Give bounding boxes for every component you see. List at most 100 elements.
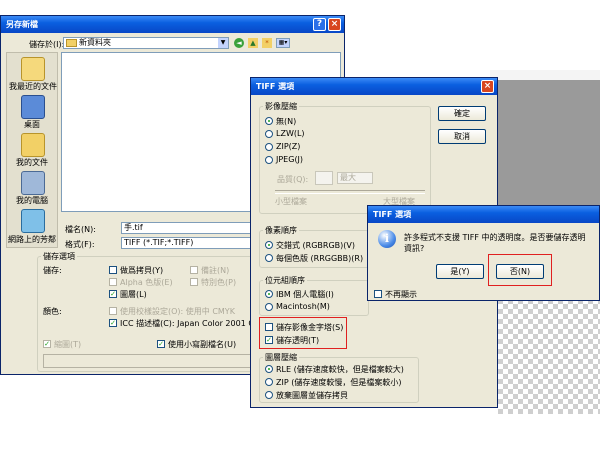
pixel-order-title: 像素順序 xyxy=(263,225,299,236)
format-value: TIFF (*.TIF;*.TIFF) xyxy=(124,238,194,247)
as-copy-checkbox[interactable] xyxy=(109,266,117,274)
desktop-icon xyxy=(21,95,45,119)
byte-order-mac-radio[interactable] xyxy=(265,303,273,311)
annotations-checkbox[interactable] xyxy=(190,266,198,274)
dont-show-label: 不再顯示 xyxy=(385,290,417,299)
folder-icon xyxy=(66,38,77,47)
layer-rle-radio[interactable] xyxy=(265,365,273,373)
view-menu-icon[interactable]: ▦▾ xyxy=(276,38,290,48)
layers-label: 圖層(L) xyxy=(120,290,147,299)
quality-input[interactable] xyxy=(315,171,333,185)
thumbnail-label: 縮圖(T) xyxy=(54,340,82,349)
byte-order-ibm-label: IBM 個人電腦(I) xyxy=(276,290,334,299)
save-as-titlebar: 另存新檔 ? × xyxy=(1,16,344,33)
places-item-desktop[interactable]: 桌面 xyxy=(7,95,57,129)
icc-profile-checkbox[interactable]: ✓ xyxy=(109,319,117,327)
layer-compression-title: 圖層壓縮 xyxy=(263,352,299,363)
places-item-network[interactable]: 網路上的芳鄰 xyxy=(7,209,57,245)
byte-order-mac-label: Macintosh(M) xyxy=(276,302,330,311)
yes-button[interactable]: 是(Y) xyxy=(436,264,484,279)
filename-input[interactable]: 手.tif xyxy=(121,222,251,234)
save-in-value: 新資料夾 xyxy=(79,38,111,47)
annotations-label: 備註(N) xyxy=(201,266,230,275)
places-item-recent[interactable]: 我最近的文件 xyxy=(7,57,57,91)
compression-lzw-radio[interactable] xyxy=(265,130,273,138)
byte-order-ibm-radio[interactable] xyxy=(265,290,273,298)
quality-select-value: 最大 xyxy=(340,173,356,182)
filename-label: 檔名(N): xyxy=(65,225,96,234)
my-computer-icon xyxy=(21,171,45,195)
spot-colors-checkbox[interactable] xyxy=(190,278,198,286)
pixel-per-channel-label: 每個色版 (RRGGBB)(R) xyxy=(276,254,364,263)
canvas-transparency xyxy=(498,294,600,414)
alert-titlebar: TIFF 選項 xyxy=(368,206,599,223)
layer-discard-label: 放棄圖層並儲存拷貝 xyxy=(276,391,348,400)
transparency-alert-dialog: TIFF 選項 i 許多程式不支援 TIFF 中的透明度。是否要儲存透明 資訊?… xyxy=(367,205,600,301)
compression-none-radio[interactable] xyxy=(265,117,273,125)
alert-message-line2: 資訊? xyxy=(404,244,425,253)
chevron-down-icon[interactable]: ▼ xyxy=(218,38,228,48)
proof-setup-checkbox[interactable] xyxy=(109,307,117,315)
small-file-label: 小型檔案 xyxy=(275,197,307,206)
ok-button[interactable]: 確定 xyxy=(438,106,486,121)
spot-colors-label: 特別色(P) xyxy=(201,278,237,287)
proof-setup-label: 使用校樣設定(O): 使用中 CMYK xyxy=(120,307,235,316)
recent-docs-icon xyxy=(21,57,45,81)
new-folder-icon[interactable]: * xyxy=(262,38,272,48)
save-in-label: 儲存於(I): xyxy=(29,40,65,49)
my-documents-icon xyxy=(21,133,45,157)
alert-message-line1: 許多程式不支援 TIFF 中的透明度。是否要儲存透明 xyxy=(404,233,586,242)
close-button[interactable]: × xyxy=(481,80,494,93)
tiff-options-titlebar: TIFF 選項 × xyxy=(251,78,497,95)
save-in-dropdown[interactable]: 新資料夾 ▼ xyxy=(63,37,229,49)
compression-zip-radio[interactable] xyxy=(265,143,273,151)
compression-jpeg-label: JPEG(J) xyxy=(276,155,304,164)
layer-rle-label: RLE (儲存速度較快，但是檔案較大) xyxy=(276,365,404,374)
compression-zip-label: ZIP(Z) xyxy=(276,142,301,151)
places-item-computer[interactable]: 我的電腦 xyxy=(7,171,57,205)
places-label-recent: 我最近的文件 xyxy=(9,82,57,91)
back-icon[interactable]: ◄ xyxy=(234,38,244,48)
compression-jpeg-radio[interactable] xyxy=(265,156,273,164)
dont-show-checkbox[interactable] xyxy=(374,290,382,298)
cancel-button[interactable]: 取消 xyxy=(438,129,486,144)
lowercase-ext-label: 使用小寫副檔名(U) xyxy=(168,340,237,349)
help-button[interactable]: ? xyxy=(313,18,326,31)
up-folder-icon[interactable]: ▲ xyxy=(248,38,258,48)
pixel-interleaved-radio[interactable] xyxy=(265,241,273,249)
layer-zip-radio[interactable] xyxy=(265,378,273,386)
close-button[interactable]: × xyxy=(328,18,341,31)
format-label: 格式(F): xyxy=(65,240,95,249)
compression-lzw-label: LZW(L) xyxy=(276,129,305,138)
highlight-box xyxy=(259,317,347,349)
pixel-interleaved-label: 交錯式 (RGBRGB)(V) xyxy=(276,241,355,250)
places-label-network: 網路上的芳鄰 xyxy=(8,235,56,244)
save-options-title: 儲存選項 xyxy=(41,251,77,262)
icc-profile-label: ICC 描述檔(C): Japan Color 2001 Coate xyxy=(120,319,272,328)
places-label-desktop: 桌面 xyxy=(24,120,40,129)
lowercase-ext-checkbox[interactable]: ✓ xyxy=(157,340,165,348)
network-places-icon xyxy=(21,209,45,233)
pixel-per-channel-radio[interactable] xyxy=(265,254,273,262)
no-button-highlight xyxy=(488,254,552,286)
color-label: 顏色: xyxy=(43,307,62,316)
quality-select[interactable]: 最大 xyxy=(337,172,373,184)
layer-zip-label: ZIP (儲存速度較慢，但是檔案較小) xyxy=(276,378,402,387)
layers-checkbox[interactable]: ✓ xyxy=(109,290,117,298)
places-item-documents[interactable]: 我的文件 xyxy=(7,133,57,167)
save-label: 儲存: xyxy=(43,266,62,275)
tiff-options-title: TIFF 選項 xyxy=(256,82,295,91)
layer-discard-radio[interactable] xyxy=(265,391,273,399)
alpha-label: Alpha 色版(E) xyxy=(120,278,173,287)
thumbnail-checkbox[interactable]: ✓ xyxy=(43,340,51,348)
info-icon: i xyxy=(378,230,396,248)
alpha-checkbox[interactable] xyxy=(109,278,117,286)
quality-label: 品質(Q): xyxy=(277,175,309,184)
byte-order-title: 位元組順序 xyxy=(263,275,307,286)
places-bar: 我最近的文件 桌面 我的文件 我的電腦 網路上的芳鄰 xyxy=(6,52,58,248)
image-compression-title: 影像壓縮 xyxy=(263,101,299,112)
compression-none-label: 無(N) xyxy=(276,117,297,126)
format-select[interactable]: TIFF (*.TIF;*.TIFF) xyxy=(121,237,251,249)
places-label-computer: 我的電腦 xyxy=(16,196,48,205)
quality-slider[interactable] xyxy=(275,190,425,194)
